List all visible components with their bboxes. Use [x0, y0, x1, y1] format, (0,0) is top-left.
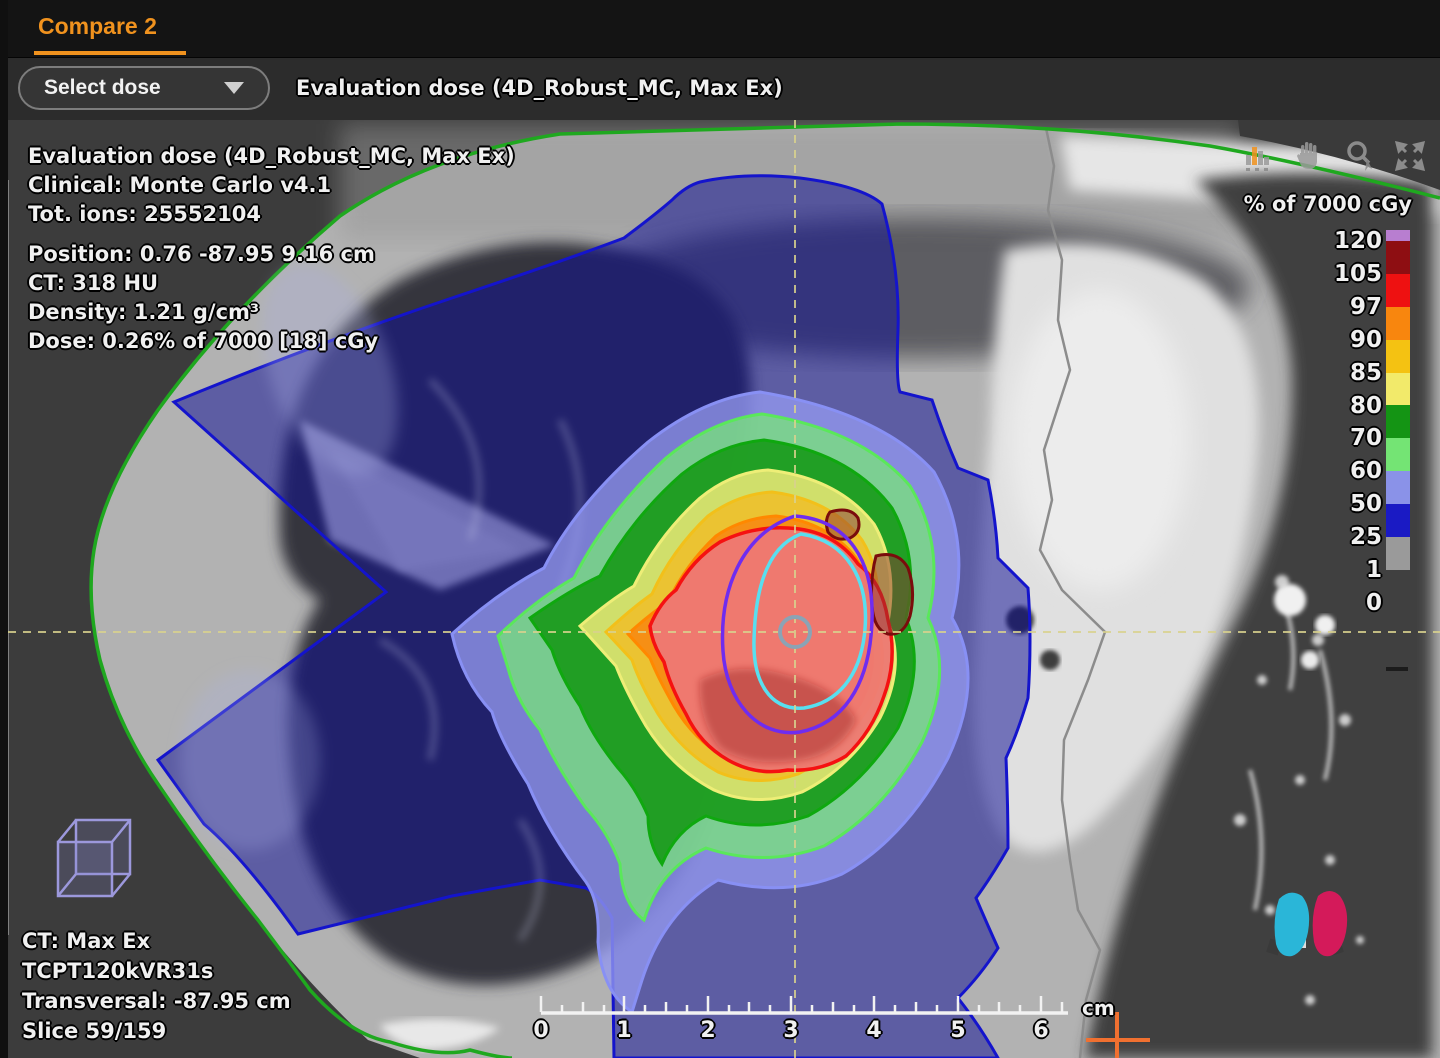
ruler-unit-label: cm [1082, 996, 1115, 1020]
zoom-magnifier-icon[interactable] [1343, 139, 1377, 173]
legend-band-80 [1386, 373, 1410, 406]
info-slice-number: Slice 59/159 [22, 1016, 291, 1046]
ruler-label-6: 6 [1024, 1018, 1058, 1043]
info-density: Density: 1.21 g/cm³ [28, 298, 515, 327]
legend-band-120 [1386, 230, 1410, 241]
legend-label-60: 60 [1286, 458, 1382, 485]
legend-band-105 [1386, 241, 1410, 274]
tab-compare-2[interactable]: Compare 2 [38, 13, 157, 40]
ruler-label-1: 1 [607, 1018, 641, 1043]
legend-band-90 [1386, 307, 1410, 340]
wash-highlight-2 [180, 670, 320, 850]
legend-label-105: 105 [1286, 261, 1382, 288]
info-clinical: Clinical: Monte Carlo v4.1 [28, 171, 515, 200]
slice-info-overlay: CT: Max Ex TCPT120kVR31s Transversal: -8… [22, 926, 291, 1046]
info-tot-ions: Tot. ions: 25552104 [28, 200, 515, 229]
treatment-planning-window: Compare 2 Select dose Evaluation dose (4… [0, 0, 1440, 1058]
info-ct-hu: CT: 318 HU [28, 269, 515, 298]
legend-zero-tick [1386, 667, 1408, 671]
legend-label-25: 25 [1286, 524, 1382, 551]
select-dose-label: Select dose [44, 76, 161, 100]
legend-title: % of 7000 cGy [1244, 192, 1412, 216]
legend-label-50: 50 [1286, 491, 1382, 518]
legend-label-90: 90 [1286, 327, 1382, 354]
heart-bright-core [1010, 290, 1190, 590]
legend-label-85: 85 [1286, 360, 1382, 387]
dvh-histogram-icon[interactable] [1243, 139, 1277, 173]
ruler-label-0: 0 [524, 1018, 558, 1043]
legend-band-25 [1386, 504, 1410, 537]
fullscreen-icon[interactable] [1393, 139, 1427, 173]
tab-bar: Compare 2 [0, 0, 1440, 58]
ruler-label-5: 5 [941, 1018, 975, 1043]
dose-toolbar: Select dose Evaluation dose (4D_Robust_M… [0, 58, 1440, 121]
legend-label-120: 120 [1286, 228, 1382, 255]
legend-band-60 [1386, 438, 1410, 471]
dropdown-arrow-icon [224, 82, 244, 94]
evaluation-dose-label: Evaluation dose (4D_Robust_MC, Max Ex) [296, 58, 783, 120]
dose-info-overlay: Evaluation dose (4D_Robust_MC, Max Ex) C… [28, 142, 515, 356]
left-panel-edge [0, 0, 8, 1058]
ruler-label-4: 4 [857, 1018, 891, 1043]
info-dose: Dose: 0.26% of 7000 [18] cGy [28, 327, 515, 356]
dose-color-legend: % of 7000 cGy 120 105 97 90 85 80 70 60 … [1250, 186, 1416, 636]
legend-label-97: 97 [1286, 294, 1382, 321]
legend-label-1: 1 [1286, 557, 1382, 584]
info-eval-dose: Evaluation dose (4D_Robust_MC, Max Ex) [28, 142, 515, 171]
legend-band-50 [1386, 471, 1410, 504]
view-tools [1243, 136, 1439, 176]
ruler-label-2: 2 [691, 1018, 725, 1043]
legend-label-80: 80 [1286, 393, 1382, 420]
select-dose-button[interactable]: Select dose [18, 66, 270, 110]
legend-color-bar [1386, 230, 1410, 570]
info-ct-name: CT: Max Ex [22, 926, 291, 956]
legend-band-97 [1386, 274, 1410, 307]
tab-active-underline [34, 51, 186, 55]
info-plane: Transversal: -87.95 cm [22, 986, 291, 1016]
info-position: Position: 0.76 -87.95 9.16 cm [28, 240, 515, 269]
ruler-label-3: 3 [774, 1018, 808, 1043]
legend-label-0: 0 [1286, 590, 1382, 617]
legend-band-1 [1386, 537, 1410, 570]
ct-dose-viewport[interactable]: Evaluation dose (4D_Robust_MC, Max Ex) C… [0, 120, 1440, 1058]
legend-label-70: 70 [1286, 425, 1382, 452]
legend-band-70 [1386, 405, 1410, 438]
info-series: TCPT120kVR31s [22, 956, 291, 986]
legend-band-85 [1386, 340, 1410, 373]
pan-hand-icon[interactable] [1293, 139, 1327, 173]
